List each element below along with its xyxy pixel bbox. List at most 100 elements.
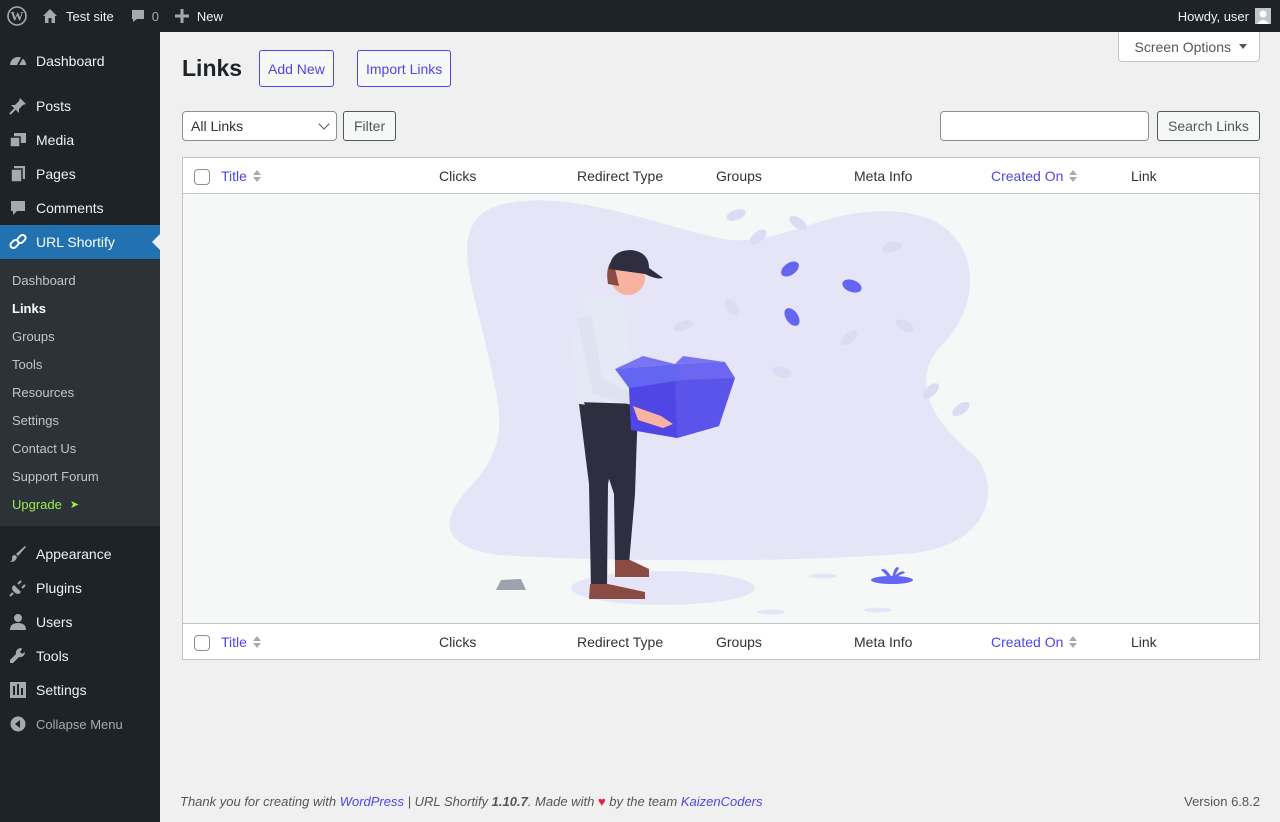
import-links-button[interactable]: Import Links [357,50,452,87]
column-created-on-label: Created On [991,634,1064,650]
sidebar-item-label: Pages [36,166,76,182]
wrench-icon [8,646,28,666]
sidebar-item-label: Media [36,132,75,148]
select-all-checkbox[interactable] [194,635,210,651]
empty-state [183,194,1259,623]
admin-sidebar: Dashboard Posts Media Pages Comments URL… [0,32,160,822]
column-created-on[interactable]: Created On [991,624,1078,660]
sidebar-item-label: Tools [36,648,69,664]
plus-icon [174,9,189,23]
column-title[interactable]: Title [221,624,261,660]
sort-icon [1069,636,1078,648]
new-label: New [196,8,223,24]
submenu-item-settings[interactable]: Settings [0,406,160,434]
url-shortify-submenu: Dashboard Links Groups Tools Resources S… [0,259,160,526]
kaizencoders-link[interactable]: KaizenCoders [681,794,763,809]
column-title-label: Title [221,634,247,650]
comments-link[interactable]: 0 [122,0,167,32]
sidebar-item-label: URL Shortify [36,234,115,250]
column-groups: Groups [716,634,762,650]
submenu-item-tools[interactable]: Tools [0,350,160,378]
footer-by-team: by the team [609,794,678,809]
filter-button[interactable]: Filter [343,111,397,141]
search-links-button[interactable]: Search Links [1157,111,1260,141]
submenu-item-support-forum[interactable]: Support Forum [0,462,160,490]
collapse-icon [8,714,28,734]
sidebar-item-settings[interactable]: Settings [0,673,160,707]
site-name-link[interactable]: Test site [34,0,122,32]
submenu-item-resources[interactable]: Resources [0,378,160,406]
column-created-on[interactable]: Created On [991,158,1078,194]
pages-icon [8,164,28,184]
wordpress-logo-icon[interactable]: W [0,0,34,32]
submenu-item-contact-us[interactable]: Contact Us [0,434,160,462]
brush-icon [8,544,28,564]
footer-made-with: . Made with [527,794,595,809]
table-footer: Title Clicks Redirect Type Groups Meta I… [183,623,1259,659]
sidebar-item-dashboard[interactable]: Dashboard [0,44,160,78]
empty-state-illustration [449,200,989,615]
wordpress-link[interactable]: WordPress [340,794,404,809]
sidebar-item-appearance[interactable]: Appearance [0,537,160,571]
upgrade-label: Upgrade [12,496,62,512]
sidebar-item-label: Plugins [36,580,82,596]
chevron-down-icon [318,118,330,130]
home-icon [43,9,57,23]
sidebar-item-pages[interactable]: Pages [0,157,160,191]
avatar [1255,8,1271,24]
plugin-icon [8,578,28,598]
column-link: Link [1131,634,1157,650]
footer-separator: | URL Shortify [404,794,492,809]
admin-bar: W Test site 0 New Howdy, user [0,0,1280,32]
pin-icon [8,96,28,116]
heart-icon: ♥ [597,794,606,809]
select-value: All Links [191,118,244,134]
submenu-item-dashboard[interactable]: Dashboard [0,266,160,294]
sidebar-item-label: Posts [36,98,72,114]
sort-icon [1069,170,1078,182]
sidebar-item-label: Users [36,614,73,630]
arrow-icon: ➤ [69,498,80,511]
comments-count: 0 [151,8,159,24]
sidebar-item-url-shortify[interactable]: URL Shortify [0,225,160,259]
page-title: Links [182,55,243,81]
main-content: Screen Options Links Add New Import Link… [160,32,1280,822]
column-redirect-type: Redirect Type [577,634,664,650]
link-icon [8,232,28,252]
sidebar-item-tools[interactable]: Tools [0,639,160,673]
collapse-label: Collapse Menu [36,716,123,732]
column-groups: Groups [716,168,762,184]
links-table: Title Clicks Redirect Type Groups Meta I… [182,157,1260,660]
sidebar-item-label: Appearance [36,546,112,562]
footer-credits: Thank you for creating with WordPress | … [180,794,763,809]
select-all-checkbox[interactable] [194,169,210,185]
column-title[interactable]: Title [221,158,261,194]
sidebar-item-comments[interactable]: Comments [0,191,160,225]
screen-options-button[interactable]: Screen Options [1117,32,1260,62]
collapse-menu-button[interactable]: Collapse Menu [0,707,160,741]
submenu-item-groups[interactable]: Groups [0,322,160,350]
sidebar-item-label: Settings [36,682,87,698]
sidebar-item-users[interactable]: Users [0,605,160,639]
links-filter-select[interactable]: All Links [182,111,337,141]
sidebar-item-media[interactable]: Media [0,123,160,157]
submenu-item-links[interactable]: Links [0,294,160,322]
my-account[interactable]: Howdy, user [1170,0,1280,32]
screen-options-label: Screen Options [1134,38,1232,55]
wp-version: Version 6.8.2 [1184,794,1260,809]
sort-icon [252,170,261,182]
search-input[interactable] [940,111,1149,141]
column-title-label: Title [221,168,247,184]
media-icon [8,130,28,150]
column-created-on-label: Created On [991,168,1064,184]
column-meta-info: Meta Info [854,634,913,650]
sidebar-item-posts[interactable]: Posts [0,89,160,123]
new-content-link[interactable]: New [167,0,231,32]
sort-icon [252,636,261,648]
submenu-item-upgrade[interactable]: Upgrade ➤ [0,490,160,518]
add-new-button[interactable]: Add New [259,50,334,87]
sidebar-item-label: Comments [36,200,104,216]
column-link: Link [1131,168,1157,184]
howdy-text: Howdy, user [1177,8,1249,24]
sidebar-item-plugins[interactable]: Plugins [0,571,160,605]
